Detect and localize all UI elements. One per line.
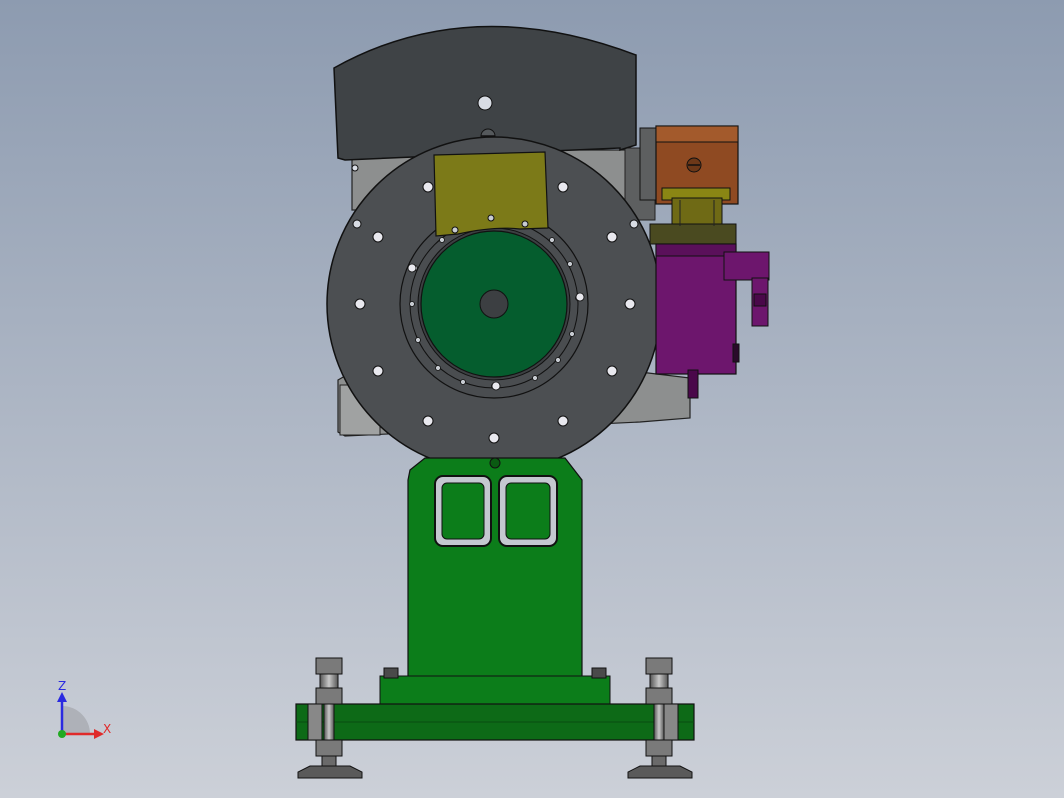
hub-center-hole <box>479 289 509 319</box>
cad-viewport[interactable]: Z X <box>0 0 1064 798</box>
top-bracket[interactable] <box>433 151 549 237</box>
base-bar[interactable] <box>295 703 695 741</box>
x-axis-label: X <box>103 722 111 736</box>
z-axis-label: Z <box>58 679 66 693</box>
green-hub[interactable] <box>420 230 568 378</box>
hood-hole <box>477 95 493 111</box>
pedestal[interactable] <box>379 457 611 707</box>
triad-origin <box>58 730 66 738</box>
